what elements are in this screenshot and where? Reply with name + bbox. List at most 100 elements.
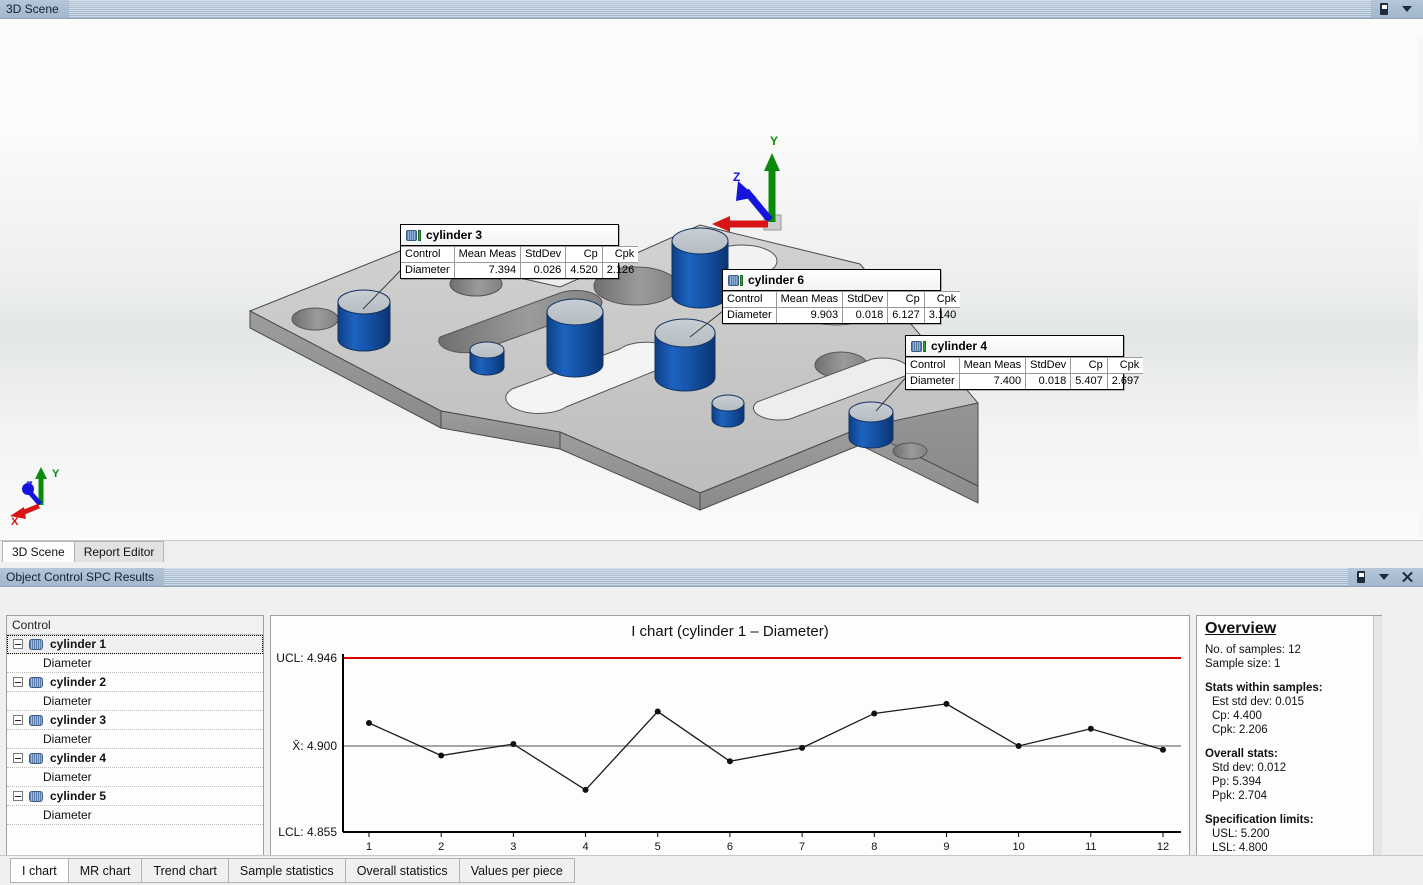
cell-control: Diameter [723,307,777,323]
data-point[interactable] [871,710,878,717]
x-tick-label: 7 [799,841,805,850]
x-tick-label: 6 [727,841,733,850]
tree-item-cylinder-2[interactable]: cylinder 2 [7,673,263,692]
col-cp: Cp [565,246,603,263]
chart-tab-bar: I chart MR chart Trend chart Sample stat… [0,855,1423,885]
tree-child-diameter-3[interactable]: Diameter [7,730,263,749]
3d-viewport[interactable]: Y Z Y Z X cylinder 3 Control Mean Meas S… [0,19,1423,540]
data-point[interactable] [510,741,517,748]
cylinder-icon [406,229,421,241]
x-tick-label: 8 [871,841,877,850]
x-tick-label: 3 [510,841,516,850]
cell-mean-meas: 9.903 [775,307,844,323]
data-point[interactable] [438,752,445,759]
data-point[interactable] [726,758,733,765]
callout-cylinder-6[interactable]: cylinder 6 Control Mean Meas StdDev Cp C… [722,269,961,324]
tree-child-diameter-1[interactable]: Diameter [7,654,263,673]
data-point[interactable] [799,744,806,751]
pin-icon[interactable] [1377,2,1391,16]
overview-pp: Pp: 5.394 [1212,776,1262,788]
control-tree[interactable]: Control cylinder 1 Diameter cylinder 2 D… [6,615,264,857]
tab-3d-scene[interactable]: 3D Scene [2,541,75,562]
data-point[interactable] [1160,746,1166,753]
chart-limit-label-lcl: LCL: 4.855 [278,825,337,839]
chevron-down-icon[interactable] [1377,570,1391,584]
collapse-icon[interactable] [13,753,23,763]
collapse-icon[interactable] [13,639,23,649]
tree-item-cylinder-3[interactable]: cylinder 3 [7,711,263,730]
tree-item-label: cylinder 5 [50,789,107,803]
collapse-icon[interactable] [13,791,23,801]
callout-cylinder-3[interactable]: cylinder 3 Control Mean Meas StdDev Cp C… [400,224,639,279]
col-cpk: Cpk [601,246,639,263]
application-window: 3D Scene Y Z Y Z X cylinder 3 Control Me… [0,0,1423,885]
pin-icon[interactable] [1354,570,1368,584]
tree-child-diameter-4[interactable]: Diameter [7,768,263,787]
data-point[interactable] [943,700,950,707]
x-tick-label: 11 [1085,841,1096,850]
tree-item-cylinder-4[interactable]: cylinder 4 [7,749,263,768]
tab-overall-statistics[interactable]: Overall statistics [344,858,460,883]
tab-mr-chart[interactable]: MR chart [67,858,143,883]
chevron-down-icon[interactable] [1400,2,1414,16]
close-icon[interactable] [1400,570,1414,584]
viewport-scrollbar[interactable] [1418,38,1423,538]
callout-header: cylinder 6 [723,270,940,291]
tab-values-per-piece[interactable]: Values per piece [458,858,575,883]
data-point[interactable] [1087,725,1094,732]
tree-child-label: Diameter [43,656,92,670]
callout-cylinder-4[interactable]: cylinder 4 Control Mean Meas StdDev Cp C… [905,335,1144,390]
x-tick-label: 4 [582,841,588,850]
collapse-icon[interactable] [13,677,23,687]
col-control: Control [401,246,455,263]
overview-no-of-samples: No. of samples: 12 [1205,644,1301,656]
callout-header-row: Control Mean Meas StdDev Cp Cpk [723,291,961,308]
cylinder-icon [29,790,44,802]
tree-item-cylinder-1[interactable]: cylinder 1 [7,635,263,654]
chart-svg: UCL: 4.946X̄: 4.900LCL: 4.8551 2 3 4 5 6 7 8 9 10… [276,651,1181,853]
collapse-icon[interactable] [13,715,23,725]
tree-child-diameter-5[interactable]: Diameter [7,806,263,825]
x-tick-label: 9 [943,841,949,850]
data-point[interactable] [1015,742,1022,749]
data-point[interactable] [654,708,661,715]
col-cp: Cp [887,291,925,308]
cell-cpk: 2.697 [1106,373,1144,389]
tab-sample-statistics[interactable]: Sample statistics [227,858,346,883]
cell-mean-meas: 7.400 [958,373,1027,389]
col-cpk: Cpk [1106,357,1144,374]
spc-title-buttons [1348,570,1423,584]
axis-triad-corner: Y Z X [10,467,60,528]
tree-child-label: Diameter [43,732,92,746]
cylinder-icon [29,638,44,650]
callout-header-row: Control Mean Meas StdDev Cp Cpk [401,246,639,263]
overview-spec-label: Specification limits: [1205,814,1314,826]
tab-report-editor[interactable]: Report Editor [73,541,165,562]
col-stddev: StdDev [1025,357,1072,374]
i-chart-panel: I chart (cylinder 1 – Diameter) UCL: 4.9… [270,615,1190,857]
callout-data-row: Diameter 9.903 0.018 6.127 3.140 [723,307,961,323]
axis-triad-main: Y Z [712,134,782,232]
tree-child-diameter-2[interactable]: Diameter [7,692,263,711]
svg-text:Z: Z [26,480,33,492]
overview-scrollbar[interactable] [1373,616,1382,856]
callout-header: cylinder 4 [906,336,1123,357]
x-tick-label: 12 [1157,841,1169,850]
data-point[interactable] [582,786,589,793]
3d-model-graphics: Y Z Y Z X [10,134,979,528]
tab-trend-chart[interactable]: Trend chart [141,858,229,883]
svg-text:Y: Y [770,134,778,148]
cell-cpk: 2.126 [601,262,639,278]
tree-child-label: Diameter [43,770,92,784]
overview-ppk: Ppk: 2.704 [1212,790,1267,802]
x-tick-label: 2 [438,841,444,850]
callout-data-row: Diameter 7.400 0.018 5.407 2.697 [906,373,1144,389]
tree-item-cylinder-5[interactable]: cylinder 5 [7,787,263,806]
chart-plot-area[interactable]: UCL: 4.946 X̄: 4.900 LCL: 4.855 1 2 3 4 5 6 7 8 9 10… [271,640,1189,853]
svg-text:Y: Y [52,468,60,480]
col-control: Control [723,291,777,308]
data-point[interactable] [366,720,372,727]
tree-item-label: cylinder 4 [50,751,107,765]
tab-i-chart[interactable]: I chart [10,858,69,883]
cell-cp: 5.407 [1070,373,1108,389]
